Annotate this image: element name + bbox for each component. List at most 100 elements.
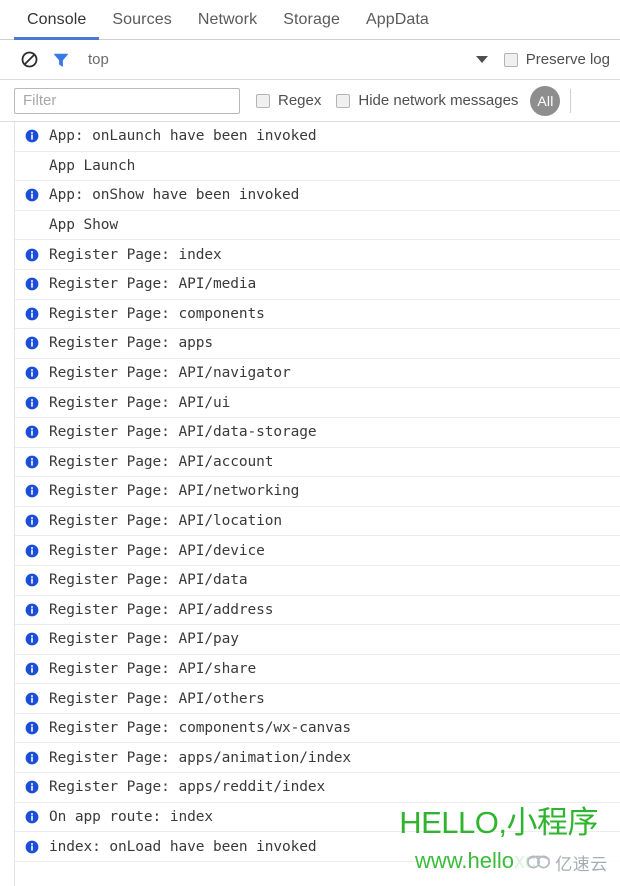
console-filterbar: Regex Hide network messages All [0, 80, 620, 122]
console-message-row[interactable]: App Show [15, 211, 620, 241]
info-icon [25, 603, 39, 617]
chevron-down-icon[interactable] [475, 56, 488, 63]
filter-input[interactable] [14, 87, 240, 114]
console-message-list[interactable]: App: onLaunch have been invoked App Launc… [14, 122, 620, 886]
console-message-text: Register Page: API/pay [49, 631, 239, 648]
info-icon [25, 129, 39, 143]
console-message-text: App: onLaunch have been invoked [49, 128, 317, 145]
tab-sources[interactable]: Sources [99, 0, 184, 39]
log-level-all-button[interactable]: All [530, 85, 561, 116]
tab-console[interactable]: Console [14, 0, 100, 40]
console-message-row[interactable]: Register Page: API/share [15, 655, 620, 685]
console-message-row[interactable]: Register Page: apps/reddit/index [15, 773, 620, 803]
info-icon [25, 248, 39, 262]
console-message-text: Register Page: API/device [49, 542, 265, 559]
console-message-row[interactable]: Register Page: API/others [15, 684, 620, 714]
tab-sources-label: Sources [112, 10, 172, 28]
tab-network-label: Network [197, 10, 258, 28]
console-message-row[interactable]: Register Page: API/device [15, 536, 620, 566]
info-icon [25, 544, 39, 558]
console-message-row[interactable]: Register Page: components/wx-canvas [15, 714, 620, 744]
console-message-text: Register Page: apps/animation/index [49, 749, 352, 766]
console-message-text: Register Page: index [49, 246, 222, 263]
console-message-row[interactable]: Register Page: API/address [15, 596, 620, 626]
info-icon [25, 336, 39, 350]
console-message-row[interactable]: Register Page: API/media [15, 270, 620, 300]
console-message-row[interactable]: Register Page: API/networking [15, 477, 620, 507]
regex-label: Regex [278, 92, 322, 109]
console-message-text: Register Page: API/media [49, 276, 257, 293]
console-message-row[interactable]: On app route: index [15, 803, 620, 833]
devtools-panel: Console Sources Network Storage AppData … [0, 0, 620, 886]
console-message-text: Register Page: components/wx-canvas [49, 720, 352, 737]
console-message-text: App Show [49, 217, 119, 234]
console-message-row[interactable]: Register Page: API/data [15, 566, 620, 596]
clear-console-icon[interactable] [16, 47, 42, 73]
info-icon [25, 573, 39, 587]
devtools-tabbar: Console Sources Network Storage AppData [0, 0, 620, 40]
info-icon [25, 721, 39, 735]
console-message-row[interactable]: Register Page: apps/animation/index [15, 743, 620, 774]
console-message-text: Register Page: apps/reddit/index [49, 779, 326, 796]
info-icon [25, 396, 39, 410]
console-message-text: Register Page: API/data-storage [49, 424, 317, 441]
console-message-row[interactable]: Register Page: API/pay [15, 625, 620, 655]
console-message-text: Register Page: API/navigator [49, 365, 291, 382]
console-message-row[interactable]: Register Page: API/ui [15, 388, 620, 418]
preserve-log-label: Preserve log [525, 51, 610, 68]
console-message-row[interactable]: Register Page: API/account [15, 448, 620, 478]
info-icon [25, 366, 39, 380]
console-message-row[interactable]: Register Page: API/data-storage [15, 418, 620, 448]
console-message-text: index: onLoad have been invoked [49, 838, 317, 855]
regex-group[interactable]: Regex [256, 92, 321, 109]
console-message-text: Register Page: components [49, 305, 265, 322]
info-icon [25, 662, 39, 676]
info-icon [25, 484, 39, 498]
console-message-text: On app route: index [49, 808, 213, 825]
console-message-text: Register Page: API/location [49, 513, 283, 530]
tab-appdata-label: AppData [365, 10, 429, 28]
hide-network-messages-group[interactable]: Hide network messages [336, 92, 518, 109]
console-message-row[interactable]: index: onLoad have been invoked [15, 832, 620, 862]
tab-storage-label: Storage [283, 10, 340, 28]
info-icon [25, 780, 39, 794]
toolbar-divider [570, 88, 572, 113]
console-message-row[interactable]: App Launch [15, 152, 620, 182]
tab-appdata[interactable]: AppData [353, 0, 442, 39]
console-message-text: Register Page: API/address [49, 601, 274, 618]
console-message-text: Register Page: API/ui [49, 394, 231, 411]
console-message-text: App Launch [49, 157, 136, 174]
info-icon [25, 277, 39, 291]
console-message-row[interactable]: Register Page: API/location [15, 507, 620, 537]
console-message-row[interactable]: App: onShow have been invoked [15, 181, 620, 211]
regex-checkbox[interactable] [256, 93, 270, 108]
hide-network-messages-label: Hide network messages [358, 92, 519, 109]
console-message-text: App: onShow have been invoked [49, 187, 300, 204]
console-message-row[interactable]: App: onLaunch have been invoked [15, 122, 620, 152]
info-icon [25, 455, 39, 469]
console-message-row[interactable]: Register Page: apps [15, 329, 620, 359]
funnel-filter-icon[interactable] [48, 47, 74, 73]
info-icon [25, 188, 39, 202]
hide-network-messages-checkbox[interactable] [336, 93, 351, 108]
tab-storage[interactable]: Storage [270, 0, 353, 39]
console-message-text: Register Page: API/account [49, 453, 274, 470]
console-message-text: Register Page: apps [49, 335, 213, 352]
preserve-log-checkbox[interactable] [503, 52, 518, 67]
console-message-text: Register Page: API/networking [49, 483, 300, 500]
tab-console-label: Console [27, 10, 87, 28]
console-message-text: Register Page: API/data [49, 572, 248, 589]
info-icon [25, 425, 39, 439]
info-icon [25, 307, 39, 321]
info-icon [25, 632, 39, 646]
info-icon [25, 514, 39, 528]
preserve-log-group[interactable]: Preserve log [503, 51, 610, 68]
info-icon [25, 810, 39, 824]
tab-network[interactable]: Network [185, 0, 270, 39]
info-icon [25, 840, 39, 854]
console-message-row[interactable]: Register Page: index [15, 240, 620, 270]
console-message-text: Register Page: API/share [49, 660, 257, 677]
console-message-row[interactable]: Register Page: components [15, 300, 620, 330]
console-message-row[interactable]: Register Page: API/navigator [15, 359, 620, 389]
execution-context-label[interactable]: top [88, 51, 476, 68]
